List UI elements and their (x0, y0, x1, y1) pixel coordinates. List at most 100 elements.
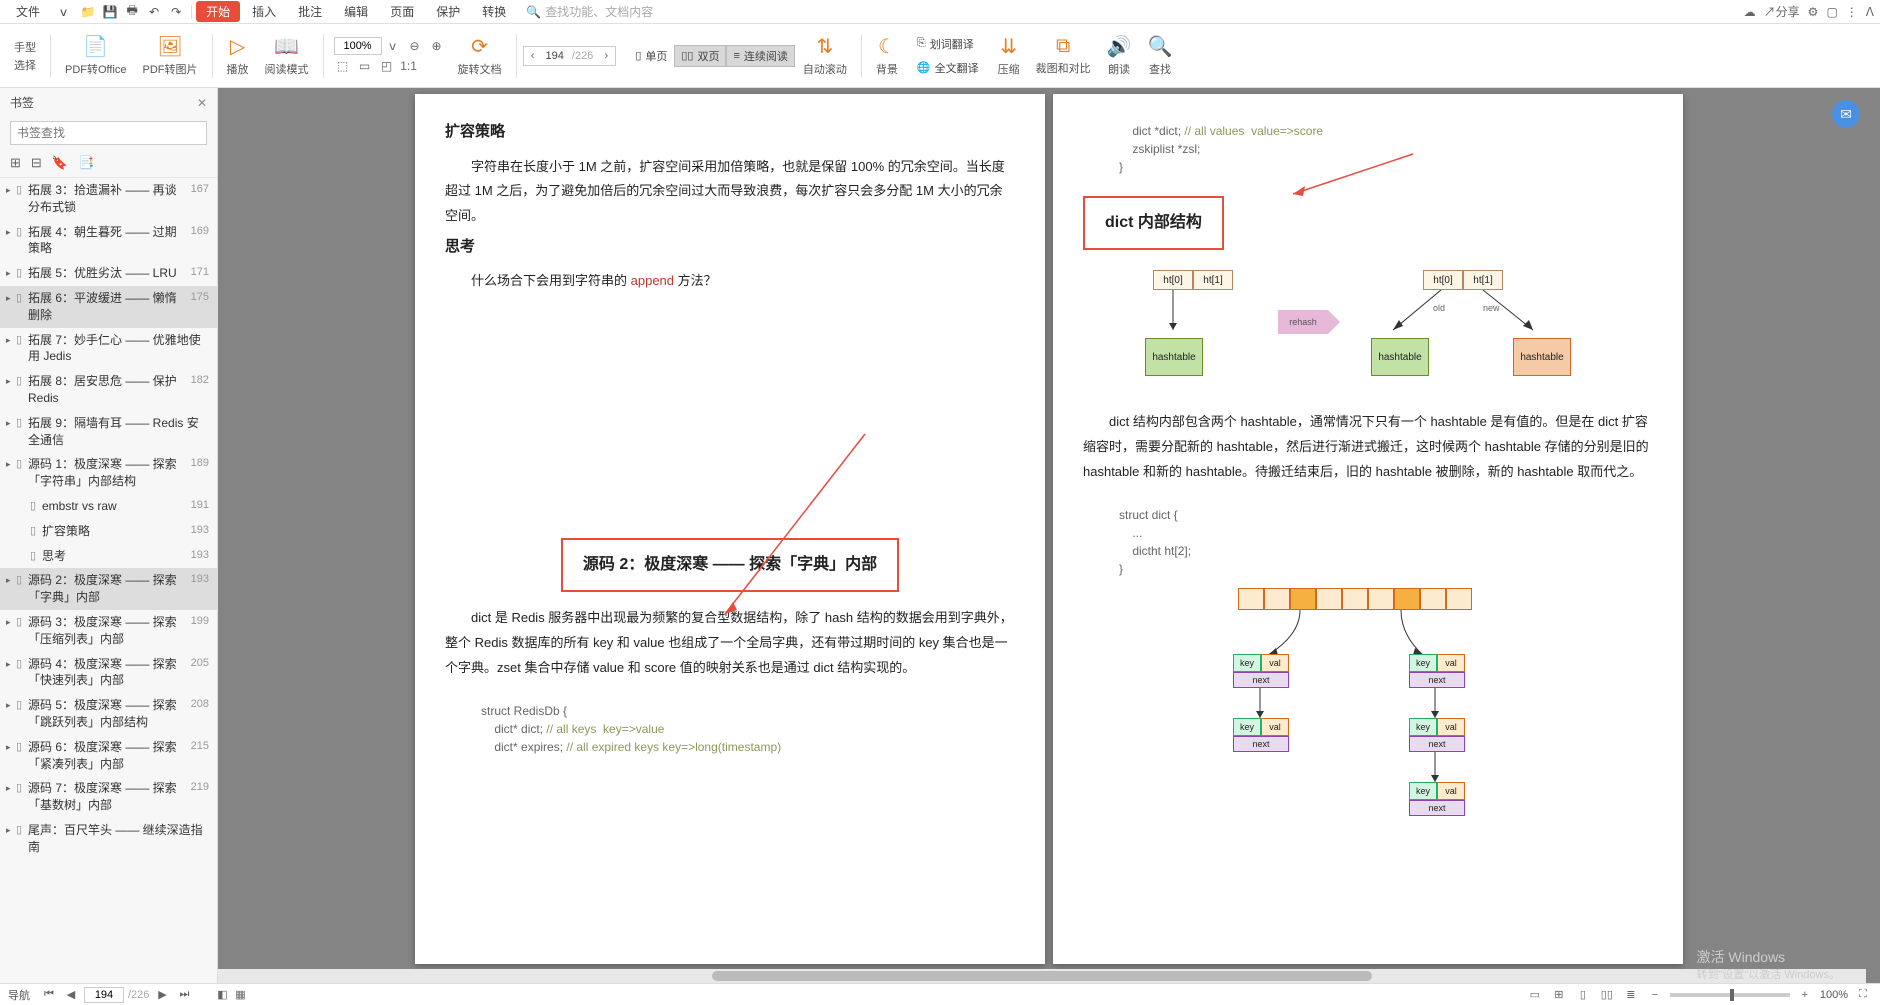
next-page-icon[interactable]: › (597, 50, 615, 62)
fit-page-icon[interactable]: ◰ (378, 57, 396, 75)
continuous-view-icon[interactable]: ≣ (1622, 988, 1640, 1001)
pdf-page-right: dict *dict; // all values value=>score z… (1053, 94, 1683, 964)
thumbnail-toggle-icon[interactable]: ▦ (231, 988, 249, 1001)
zoom-slider[interactable] (1670, 993, 1790, 997)
single-page[interactable]: ▯单页 (628, 45, 674, 67)
prev-page-icon[interactable]: ◀ (62, 988, 80, 1001)
bookmark-item[interactable]: ▸▯源码 4：极度深寒 —— 探索「快速列表」内部205 (0, 652, 217, 694)
bookmark-item[interactable]: ▯思考193 (0, 544, 217, 569)
fulltext-translate[interactable]: 🌐全文翻译 (910, 57, 986, 79)
zoom-in-icon[interactable]: + (1796, 989, 1814, 1001)
bookmark-item[interactable]: ▸▯拓展 3：拾遗漏补 —— 再谈分布式锁167 (0, 178, 217, 220)
read-aloud[interactable]: 🔊 朗读 (1099, 34, 1140, 77)
tab-protect[interactable]: 保护 (426, 1, 470, 22)
bookmark-item[interactable]: ▸▯拓展 8：居安思危 —— 保护 Redis182 (0, 369, 217, 411)
next-page-icon[interactable]: ▶ (153, 988, 171, 1001)
page-area[interactable]: 扩容策略 字符串在长度小于 1M 之前，扩容空间采用加倍策略，也就是保留 100… (218, 88, 1880, 983)
bookmark-list-icon[interactable]: 📑 (78, 155, 94, 171)
hand-tool[interactable]: 手型 选择 (6, 39, 44, 73)
zoom-out-icon[interactable]: − (1646, 989, 1664, 1001)
pdf-to-office[interactable]: 📄 PDF转Office (57, 34, 135, 77)
bookmark-item[interactable]: ▸▯拓展 5：优胜劣汰 —— LRU171 (0, 261, 217, 286)
print-icon[interactable]: 🖶 (121, 1, 143, 22)
close-sidebar-icon[interactable]: ✕ (197, 96, 207, 110)
collapse-ribbon-icon[interactable]: ᐱ (1866, 5, 1874, 19)
save-icon[interactable]: 💾 (99, 5, 121, 19)
single-view-icon[interactable]: ▯ (1574, 988, 1592, 1001)
bookmark-item[interactable]: ▸▯源码 1：极度深寒 —— 探索「字符串」内部结构189 (0, 452, 217, 494)
fit-width-icon[interactable]: ⬚ (334, 57, 352, 75)
undo-icon[interactable]: ↶ (143, 5, 165, 19)
floating-assist-icon[interactable]: ✉ (1832, 100, 1860, 128)
prev-page-icon[interactable]: ‹ (524, 50, 542, 62)
tab-convert[interactable]: 转换 (472, 1, 516, 22)
tab-annotate[interactable]: 批注 (288, 1, 332, 22)
last-page-icon[interactable]: ⏭ (175, 988, 193, 1001)
file-menu[interactable]: 文件 (6, 3, 50, 20)
bookmark-item[interactable]: ▸▯拓展 6：平波缓进 —— 懒惰删除175 (0, 286, 217, 328)
pdf-image-icon: 🖼 (157, 34, 182, 59)
bookmark-item[interactable]: ▸▯源码 3：极度深寒 —— 探索「压缩列表」内部199 (0, 610, 217, 652)
rotate-doc[interactable]: ⟳ 旋转文档 (450, 34, 510, 77)
bookmark-item[interactable]: ▸▯源码 6：极度深寒 —— 探索「紧凑列表」内部215 (0, 735, 217, 777)
read-mode[interactable]: 📖 阅读模式 (257, 34, 317, 77)
bookmark-item[interactable]: ▸▯拓展 9：隔墙有耳 —— Redis 安全通信 (0, 411, 217, 453)
bookmark-item[interactable]: ▸▯源码 2：极度深寒 —— 探索「字典」内部193 (0, 568, 217, 610)
find[interactable]: 🔍 查找 (1140, 34, 1181, 77)
bookmark-item[interactable]: ▯扩容策略193 (0, 519, 217, 544)
zoom-out-icon[interactable]: ⊖ (406, 37, 424, 55)
double-view-icon[interactable]: ▯▯ (1598, 988, 1616, 1001)
bookmark-add-icon[interactable]: 🔖 (52, 155, 68, 171)
global-search[interactable]: 🔍 查找功能、文档内容 (526, 3, 653, 20)
tab-edit[interactable]: 编辑 (334, 1, 378, 22)
background[interactable]: ☾ 背景 (868, 34, 906, 77)
double-page[interactable]: ▯▯双页 (674, 45, 726, 67)
zoom-dropdown-icon[interactable]: ⅴ (384, 37, 402, 55)
collapse-all-icon[interactable]: ⊟ (31, 155, 42, 171)
fulltext-icon: 🌐 (917, 61, 931, 74)
page-current[interactable]: 194 (542, 50, 568, 62)
bookmark-item[interactable]: ▸▯拓展 4：朝生暮死 —— 过期策略169 (0, 220, 217, 262)
zoom-input[interactable] (334, 37, 382, 55)
more-menu-icon[interactable]: ⋮ (1846, 5, 1858, 19)
sidebar-toggle-icon[interactable]: ◧ (213, 988, 231, 1001)
share-button[interactable]: ↗分享 (1764, 3, 1800, 20)
expand-all-icon[interactable]: ⊞ (10, 155, 21, 171)
crop-compare[interactable]: ⧉ 裁图和对比 (1028, 35, 1099, 76)
settings-icon[interactable]: ⚙ (1808, 5, 1819, 19)
fullscreen-icon[interactable]: ⛶ (1854, 988, 1872, 1001)
compress[interactable]: ⇊ 压缩 (990, 34, 1028, 77)
fit-icon[interactable]: ▭ (1526, 988, 1544, 1001)
bookmark-item[interactable]: ▸▯源码 5：极度深寒 —— 探索「跳跃列表」内部结构208 (0, 693, 217, 735)
status-zoom[interactable]: 100% (1820, 989, 1848, 1001)
layout-icon[interactable]: ⊞ (1550, 988, 1568, 1001)
bookmark-item[interactable]: ▸▯源码 7：极度深寒 —— 探索「基数树」内部219 (0, 776, 217, 818)
play-button[interactable]: ▷ 播放 (219, 34, 257, 77)
window-icon[interactable]: ▢ (1826, 5, 1837, 19)
cloud-icon[interactable]: ☁ (1744, 5, 1756, 19)
actual-size-icon[interactable]: 1:1 (400, 57, 418, 75)
continuous-read[interactable]: ≡连续阅读 (726, 45, 794, 67)
redo-icon[interactable]: ↷ (165, 5, 187, 19)
bookmark-search-input[interactable] (10, 121, 207, 145)
open-icon[interactable]: 📁 (77, 5, 99, 19)
file-dropdown-icon[interactable]: ⅴ (50, 5, 77, 19)
tab-start[interactable]: 开始 (196, 1, 240, 22)
first-page-icon[interactable]: ⏮ (40, 988, 58, 1001)
marquee-zoom-icon[interactable]: ▭ (356, 57, 374, 75)
tab-insert[interactable]: 插入 (242, 1, 286, 22)
bookmark-item[interactable]: ▸▯尾声：百尺竿头 —— 继续深造指南 (0, 818, 217, 860)
tab-page[interactable]: 页面 (380, 1, 424, 22)
bookmark-item[interactable]: ▸▯拓展 7：妙手仁心 —— 优雅地使用 Jedis (0, 328, 217, 370)
chapter-title-box: 源码 2：极度深寒 —— 探索「字典」内部 (561, 538, 899, 592)
select-translate[interactable]: ⎘划词翻译 (910, 33, 986, 55)
paragraph: 什么场合下会用到字符串的 append 方法？ (445, 269, 1015, 294)
pdf-to-image[interactable]: 🖼 PDF转图片 (135, 34, 206, 77)
status-page-input[interactable] (84, 987, 124, 1003)
ribbon: 手型 选择 📄 PDF转Office 🖼 PDF转图片 ▷ 播放 📖 阅读模式 … (0, 24, 1880, 88)
auto-scroll[interactable]: ⇅ 自动滚动 (795, 34, 855, 77)
bookmark-item[interactable]: ▯embstr vs raw191 (0, 494, 217, 519)
bookmark-list: ▸▯拓展 3：拾遗漏补 —— 再谈分布式锁167▸▯拓展 4：朝生暮死 —— 过… (0, 178, 217, 983)
horizontal-scrollbar[interactable] (218, 969, 1866, 983)
zoom-in-icon[interactable]: ⊕ (428, 37, 446, 55)
